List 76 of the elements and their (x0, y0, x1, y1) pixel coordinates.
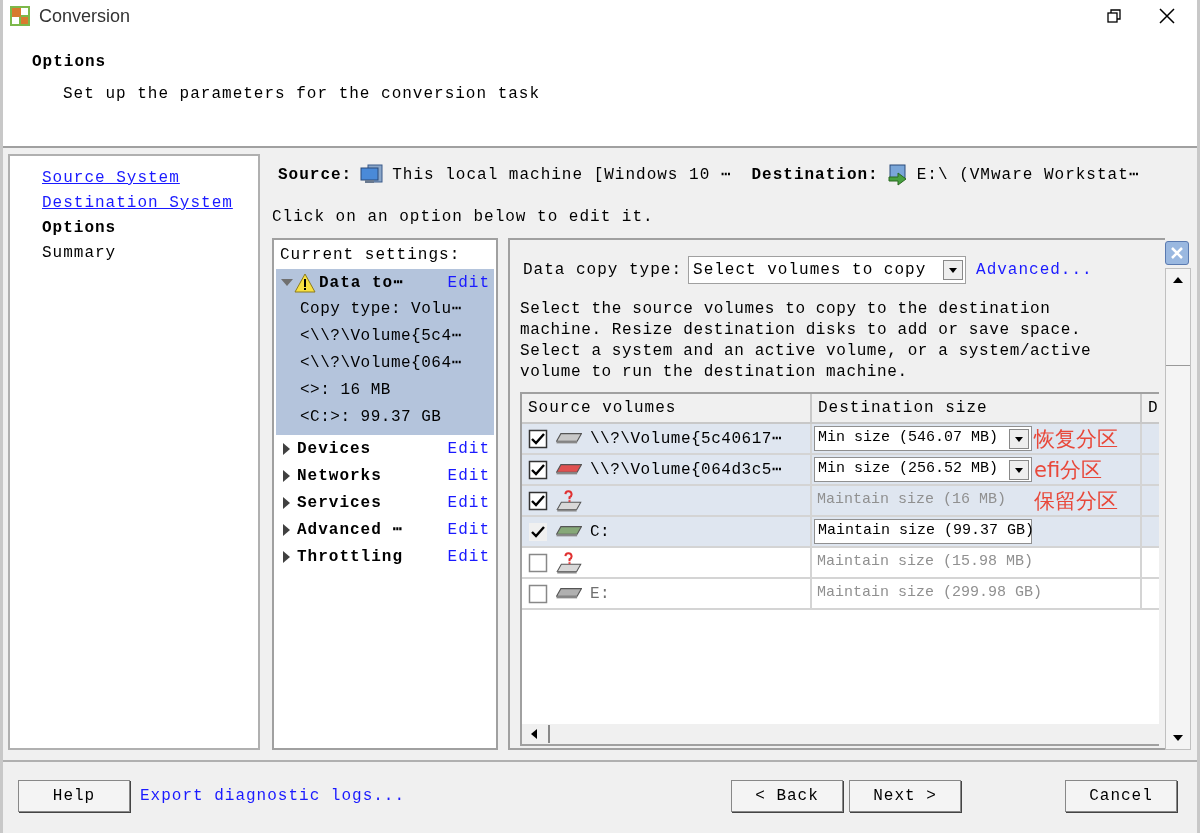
description-text: Select the source volumes to copy to the destination machine. Resize destination disks to add or save space. Select a system and an active volume, or a system/active volume to run the destination machine. (520, 299, 1093, 383)
scroll-down-icon (1173, 735, 1183, 741)
scroll-left-icon (530, 729, 538, 739)
checkbox[interactable] (528, 459, 548, 480)
setting-detail: <C:>: 99.37 GB (299, 407, 442, 428)
destination-value: E:\ (VMware Workstat⋯ (916, 165, 1140, 186)
advanced-link[interactable]: Advanced... (976, 258, 1093, 282)
size-text: Maintain size (15.98 MB) (816, 552, 1034, 573)
source-value: This local machine [Windows 10 ⋯ (392, 165, 732, 186)
volume-name: C: (590, 521, 611, 543)
cancel-button[interactable]: Cancel (1065, 779, 1177, 812)
step-link[interactable]: Source System (42, 167, 180, 189)
scroll-up-icon (1173, 277, 1183, 283)
annotation-text: 保留分区 (1034, 487, 1118, 514)
column-header[interactable]: Source volumes (522, 394, 812, 422)
export-logs-link[interactable]: Export diagnostic logs... (140, 783, 406, 808)
setting-label[interactable]: Advanced ⋯ (297, 517, 404, 542)
page-title: Options (32, 52, 107, 73)
size-dropdown[interactable]: Maintain size (99.37 GB) (814, 519, 1032, 544)
help-button[interactable]: Help (18, 779, 130, 812)
volume-name: E: (590, 583, 611, 605)
volume-name: \\?\Volume{5c40617⋯ (590, 428, 782, 450)
edit-link[interactable]: Edit (447, 270, 490, 295)
destination-label: Destination: (751, 165, 879, 186)
column-header[interactable]: Destination size (812, 394, 1142, 422)
edit-link[interactable]: Edit (447, 517, 490, 542)
data-copy-label: Data copy type: (523, 260, 683, 281)
setting-label[interactable]: Throttling (297, 544, 403, 569)
size-text: Maintain size (299.98 GB) (816, 583, 1043, 604)
step-link[interactable]: Destination System (42, 192, 233, 214)
setting-label[interactable]: Networks (297, 463, 382, 488)
setting-label[interactable]: Services (297, 490, 382, 515)
horizontal-scrollbar[interactable] (522, 724, 1159, 744)
restore-icon (1107, 9, 1121, 23)
checkbox[interactable] (528, 583, 548, 604)
size-dropdown[interactable]: Min size (256.52 MB) (814, 457, 1032, 482)
edit-link[interactable]: Edit (447, 544, 490, 569)
source-label: Source: (278, 165, 353, 186)
table-row[interactable]: \\?\Volume{064d3c5⋯ Min size (256.52 MB) efi分区 (522, 455, 1159, 486)
table-row[interactable]: \\?\Volume{5c40617⋯ Min size (546.07 MB) 恢复分区 (522, 424, 1159, 455)
back-button[interactable]: < Back (731, 779, 843, 812)
step-label: Summary (42, 243, 117, 264)
edit-link[interactable]: Edit (447, 463, 490, 488)
vertical-scrollbar[interactable] (1165, 268, 1191, 750)
window-title: Conversion (39, 4, 131, 28)
table-row[interactable]: E: Maintain size (299.98 GB) (522, 579, 1159, 610)
close-icon (1159, 8, 1175, 24)
setting-detail: <>: 16 MB (299, 380, 391, 401)
checkbox[interactable] (528, 552, 548, 573)
next-button[interactable]: Next > (849, 779, 961, 812)
setting-label[interactable]: Data to⋯ (319, 270, 404, 295)
setting-detail: <\\?\Volume{064⋯ (299, 353, 462, 374)
machine-arrow-icon (886, 164, 909, 186)
size-text: Maintain size (16 MB) (816, 490, 1007, 511)
setting-detail: Copy type: Volu⋯ (299, 299, 462, 320)
close-button[interactable] (1165, 241, 1189, 265)
size-dropdown[interactable]: Min size (546.07 MB) (814, 426, 1032, 451)
copy-type-dropdown[interactable]: Select volumes to copy (688, 256, 967, 284)
step-label: Options (42, 218, 117, 239)
checkbox[interactable] (528, 428, 548, 449)
edit-link[interactable]: Edit (447, 436, 490, 461)
table-row[interactable]: C: Maintain size (99.37 GB) (522, 517, 1159, 548)
page-subtitle: Set up the parameters for the conversion task (63, 84, 541, 105)
setting-label[interactable]: Devices (297, 436, 372, 461)
annotation-text: efi分区 (1034, 456, 1103, 483)
instruction-text: Click on an option below to edit it. (272, 207, 654, 228)
app-icon (9, 5, 31, 27)
checkbox[interactable] (528, 521, 548, 542)
computer-icon (360, 164, 385, 186)
edit-link[interactable]: Edit (447, 490, 490, 515)
settings-title: Current settings: (279, 245, 461, 266)
volume-name: \\?\Volume{064d3c5⋯ (590, 459, 782, 481)
checkbox[interactable] (528, 490, 548, 511)
close-icon (1170, 246, 1184, 260)
setting-detail: <\\?\Volume{5c4⋯ (299, 326, 462, 347)
annotation-text: 恢复分区 (1034, 425, 1118, 452)
